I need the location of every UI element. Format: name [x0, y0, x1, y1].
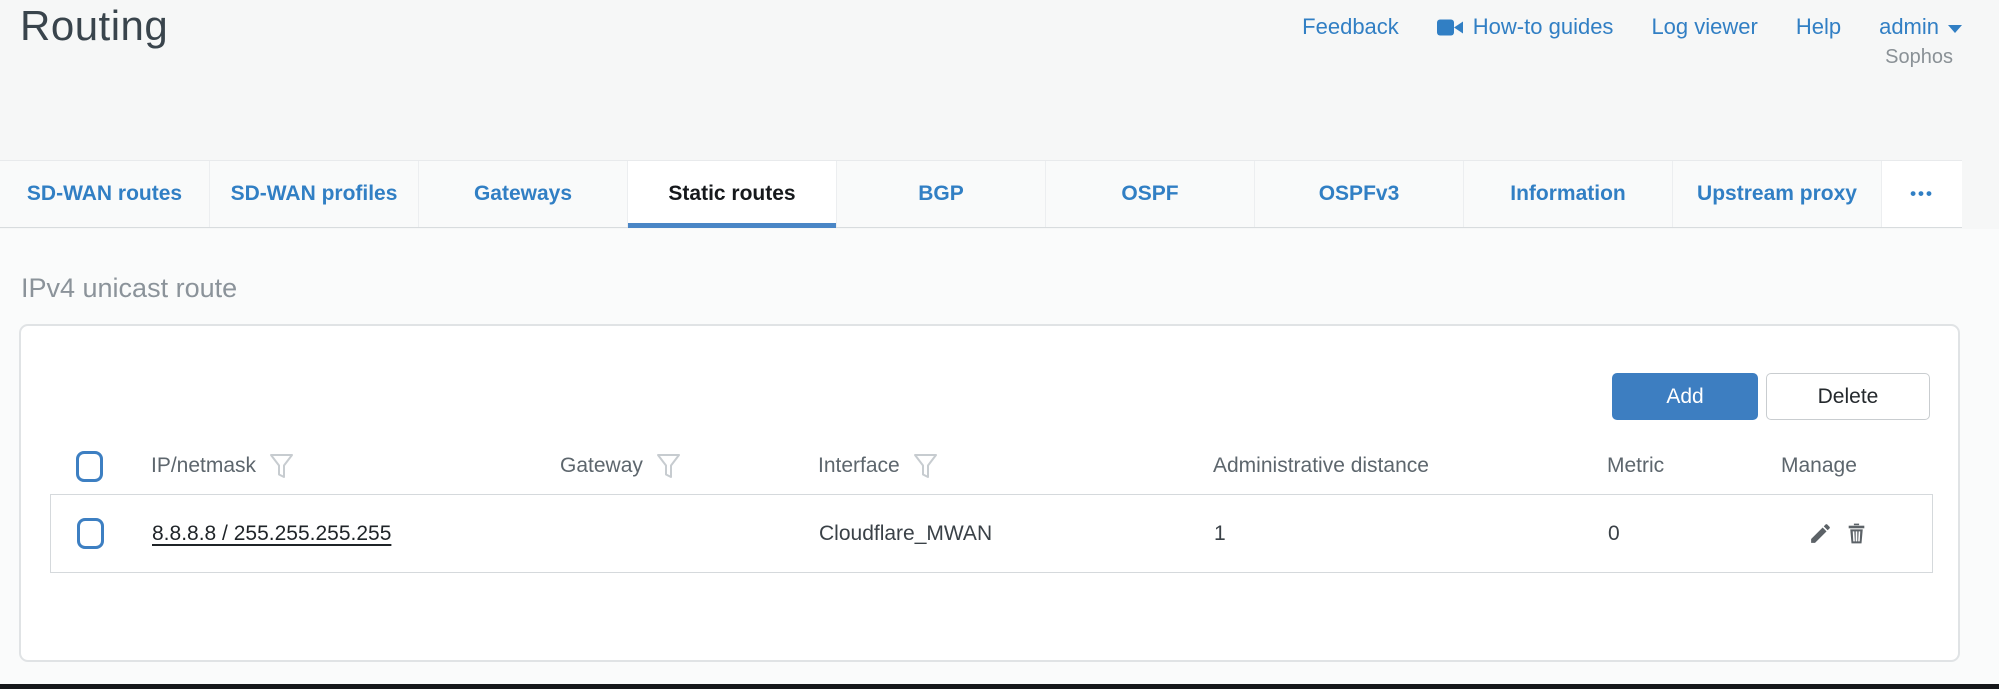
topnav-item-admin[interactable]: admin: [1879, 14, 1962, 40]
videocam-icon: [1437, 18, 1464, 37]
filter-icon[interactable]: [913, 453, 938, 480]
edit-icon[interactable]: [1808, 521, 1833, 546]
topnav-label: Help: [1796, 14, 1841, 40]
tab-ospf[interactable]: OSPF: [1045, 161, 1254, 227]
tab-label: OSPF: [1121, 182, 1178, 206]
tab-label: Information: [1510, 182, 1626, 206]
tab-label: Static routes: [668, 182, 795, 206]
filter-icon[interactable]: [269, 453, 294, 480]
table-header: IP/netmask Gateway Interface Administrat…: [50, 438, 1933, 494]
route-ip-link[interactable]: 8.8.8.8 / 255.255.255.255: [152, 522, 391, 545]
brand-label: Sophos: [1885, 46, 1953, 69]
tab-label: Upstream proxy: [1697, 182, 1857, 206]
table-row: 8.8.8.8 / 255.255.255.255 Cloudflare_MWA…: [50, 494, 1933, 573]
tab-label: SD-WAN routes: [27, 182, 182, 206]
tab-label: SD-WAN profiles: [231, 182, 398, 206]
cell-metric: 0: [1608, 522, 1782, 546]
tab-ospfv3[interactable]: OSPFv3: [1254, 161, 1463, 227]
column-header-interface: Interface: [818, 454, 900, 478]
tab-static-routes[interactable]: Static routes: [627, 161, 836, 227]
filter-icon[interactable]: [656, 453, 681, 480]
tab-upstream-proxy[interactable]: Upstream proxy: [1672, 161, 1881, 227]
tab-label: Gateways: [474, 182, 572, 206]
tabbar: SD-WAN routes SD-WAN profiles Gateways Stat…: [0, 160, 1962, 228]
tab-label: OSPFv3: [1319, 182, 1400, 206]
topnav-item-help[interactable]: Help: [1796, 14, 1841, 40]
column-header-gateway: Gateway: [560, 454, 643, 478]
content-area: IPv4 unicast route Add Delete IP/netmask…: [0, 229, 1999, 689]
tab-label: BGP: [918, 182, 964, 206]
row-checkbox[interactable]: [77, 518, 104, 549]
tabs-overflow-button[interactable]: •••: [1881, 161, 1962, 227]
topnav-label: admin: [1879, 14, 1939, 40]
delete-trash-icon[interactable]: [1844, 521, 1869, 546]
column-header-admin-distance: Administrative distance: [1213, 454, 1429, 478]
topnav-item-feedback[interactable]: Feedback: [1302, 14, 1399, 40]
column-header-ip-netmask: IP/netmask: [151, 454, 256, 478]
routes-panel: Add Delete IP/netmask Gateway Interface …: [19, 324, 1960, 662]
topnav-label: How-to guides: [1473, 14, 1614, 40]
add-button[interactable]: Add: [1612, 373, 1758, 420]
cell-interface: Cloudflare_MWAN: [819, 522, 1214, 546]
cell-manage: [1782, 521, 1932, 546]
delete-button[interactable]: Delete: [1766, 373, 1930, 420]
tab-gateways[interactable]: Gateways: [418, 161, 627, 227]
tab-information[interactable]: Information: [1463, 161, 1672, 227]
bottom-edge-bar: [0, 684, 1999, 689]
select-all-checkbox[interactable]: [76, 451, 103, 482]
tab-sd-wan-routes[interactable]: SD-WAN routes: [0, 161, 209, 227]
page-title: Routing: [20, 2, 168, 50]
column-header-manage: Manage: [1781, 454, 1857, 478]
cell-admin-distance: 1: [1214, 522, 1608, 546]
topnav-label: Feedback: [1302, 14, 1399, 40]
tab-bgp[interactable]: BGP: [836, 161, 1045, 227]
tab-sd-wan-profiles[interactable]: SD-WAN profiles: [209, 161, 418, 227]
caret-down-icon: [1948, 25, 1962, 33]
topnav-label: Log viewer: [1651, 14, 1757, 40]
topnav-item-log-viewer[interactable]: Log viewer: [1651, 14, 1757, 40]
page-header: Routing Feedback How-to guides Log viewer…: [0, 0, 1999, 160]
utility-nav: Feedback How-to guides Log viewer Help admi…: [1302, 14, 1962, 40]
column-header-metric: Metric: [1607, 454, 1664, 478]
section-heading: IPv4 unicast route: [21, 273, 237, 304]
topnav-item-how-to-guides[interactable]: How-to guides: [1437, 14, 1614, 40]
